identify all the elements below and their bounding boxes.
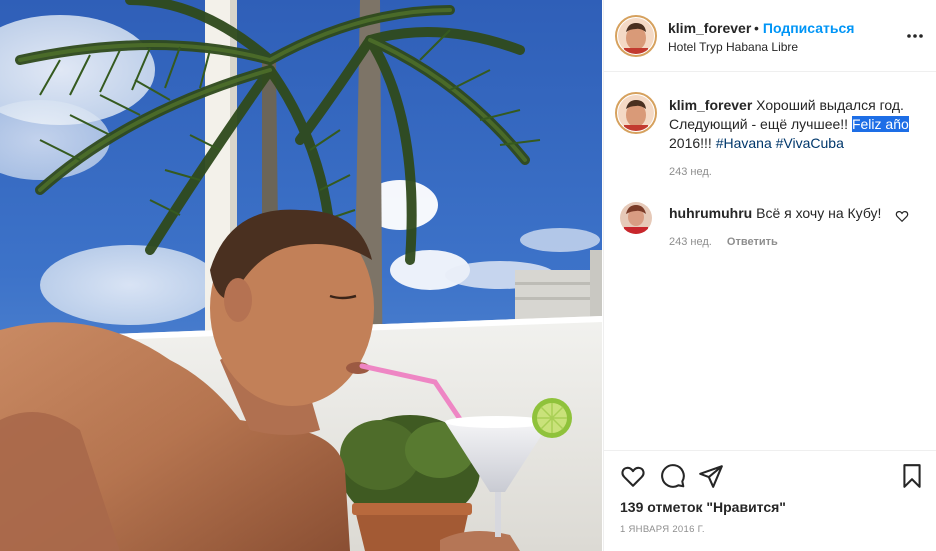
author-username[interactable]: klim_forever [668, 20, 751, 36]
bookmark-icon[interactable] [899, 463, 925, 489]
share-icon[interactable] [698, 463, 724, 489]
caption-avatar[interactable] [615, 92, 657, 134]
photo-image [0, 0, 602, 551]
post-date[interactable]: 1 ЯНВАРЯ 2016 Г. [620, 524, 705, 535]
comment-username[interactable]: huhrumuhru [669, 205, 752, 221]
comment-time[interactable]: 243 нед. [669, 236, 712, 248]
heart-icon[interactable] [620, 463, 646, 489]
post-actions: 139 отметок "Нравится" 1 ЯНВАРЯ 2016 Г. [604, 450, 936, 551]
comment-icon[interactable] [660, 463, 686, 489]
follow-dot: • [754, 20, 759, 36]
commenter-avatar[interactable] [620, 202, 652, 234]
comment-meta: 243 нед. Ответить [669, 236, 778, 248]
avatar-image [618, 18, 654, 54]
comment-text: huhrumuhru Всё я хочу на Кубу! [669, 204, 889, 223]
caption-highlight: Feliz año [851, 116, 909, 132]
post-side-panel: klim_forever • Подписаться Hotel Tryp Hab… [603, 0, 936, 551]
post-photo[interactable] [0, 0, 602, 551]
reply-button[interactable]: Ответить [727, 236, 778, 248]
comment-body: Всё я хочу на Кубу! [756, 205, 882, 221]
caption-time[interactable]: 243 нед. [669, 166, 712, 178]
follow-button[interactable]: • Подписаться [754, 20, 854, 36]
follow-label: Подписаться [762, 20, 855, 36]
caption-body-2: 2016!!! [669, 135, 716, 151]
post-header: klim_forever • Подписаться Hotel Tryp Hab… [604, 0, 936, 72]
hashtag-havana[interactable]: #Havana [716, 135, 772, 151]
more-horizontal-icon[interactable] [905, 26, 925, 46]
hashtag-vivacuba[interactable]: #VivaCuba [776, 135, 844, 151]
caption-username[interactable]: klim_forever [669, 97, 752, 113]
author-avatar[interactable] [615, 15, 657, 57]
caption-text: klim_forever Хороший выдался год. Следую… [669, 96, 921, 153]
heart-icon[interactable] [895, 209, 909, 223]
likes-count[interactable]: 139 отметок "Нравится" [620, 499, 786, 515]
avatar-image [618, 95, 654, 131]
post-location[interactable]: Hotel Tryp Habana Libre [668, 40, 798, 54]
